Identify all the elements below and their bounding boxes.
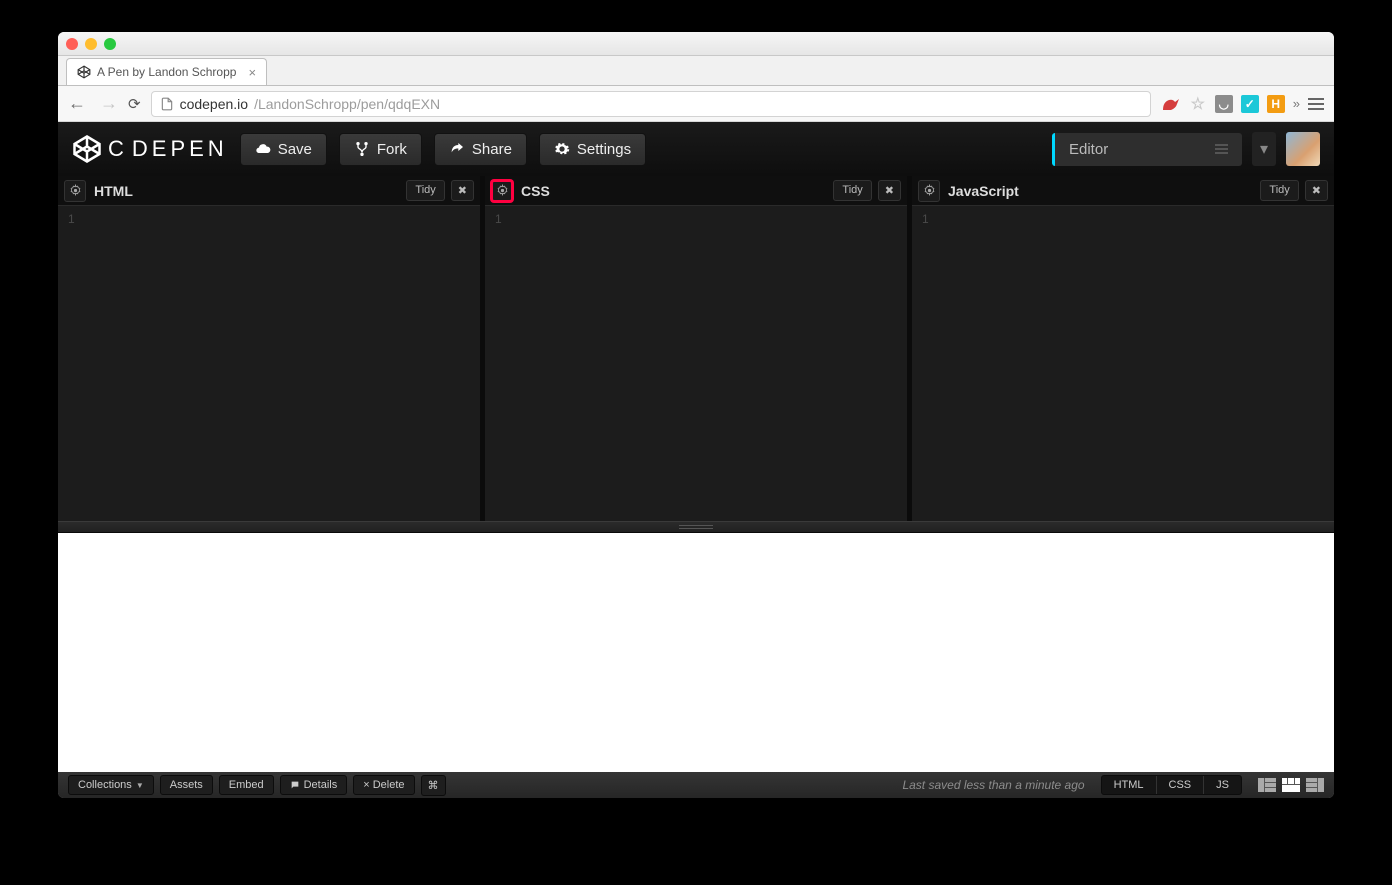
ext-overflow[interactable]: » bbox=[1293, 96, 1300, 111]
layout-switcher bbox=[1258, 778, 1324, 792]
js-close-button[interactable]: ✖ bbox=[1305, 180, 1328, 201]
codepen-logo-icon bbox=[72, 134, 102, 164]
html-tidy-button[interactable]: Tidy bbox=[406, 180, 444, 201]
codepen-logo[interactable]: C DEPEN bbox=[72, 134, 228, 164]
url-path: /LandonSchropp/pen/qdqEXN bbox=[254, 96, 440, 112]
js-settings-button[interactable] bbox=[918, 180, 940, 202]
editor-row: HTML Tidy ✖ 1 CSS Tidy ✖ bbox=[58, 176, 1334, 521]
html-settings-button[interactable] bbox=[64, 180, 86, 202]
assets-button[interactable]: Assets bbox=[160, 775, 213, 795]
css-panel-header: CSS Tidy ✖ bbox=[485, 176, 907, 206]
close-window-button[interactable] bbox=[66, 38, 78, 50]
browser-menu-icon[interactable] bbox=[1308, 98, 1324, 110]
mac-titlebar bbox=[58, 32, 1334, 56]
html-panel: HTML Tidy ✖ 1 bbox=[58, 176, 485, 521]
collections-button[interactable]: Collections▼ bbox=[68, 775, 154, 795]
share-icon bbox=[449, 141, 465, 157]
zoom-window-button[interactable] bbox=[104, 38, 116, 50]
codepen-footer: Collections▼ Assets Embed Details × Dele… bbox=[58, 772, 1334, 798]
browser-window: A Pen by Landon Schropp × ← → ⟳ codepen.… bbox=[58, 32, 1334, 798]
share-button[interactable]: Share bbox=[434, 133, 527, 166]
close-tab-icon[interactable]: × bbox=[248, 65, 256, 80]
html-close-button[interactable]: ✖ bbox=[451, 180, 474, 201]
back-button[interactable]: ← bbox=[68, 93, 86, 114]
codepen-header: C DEPEN Save Fork Share Settings Ed bbox=[58, 122, 1334, 176]
preview-pane[interactable] bbox=[58, 533, 1334, 772]
pocket-icon[interactable]: ◡ bbox=[1215, 95, 1233, 113]
nav-arrows: ← → bbox=[68, 93, 118, 114]
gear-icon bbox=[554, 141, 570, 157]
avatar[interactable] bbox=[1286, 132, 1320, 166]
css-settings-button[interactable] bbox=[491, 180, 513, 202]
embed-button[interactable]: Embed bbox=[219, 775, 274, 795]
address-bar[interactable]: codepen.io/LandonSchropp/pen/qdqEXN bbox=[151, 91, 1151, 117]
css-tidy-button[interactable]: Tidy bbox=[833, 180, 871, 201]
css-close-button[interactable]: ✖ bbox=[878, 180, 901, 201]
ext-rhino-icon[interactable] bbox=[1161, 96, 1181, 112]
chevron-down-icon: ▼ bbox=[136, 781, 144, 790]
layout-right-icon[interactable] bbox=[1306, 778, 1324, 792]
view-tab-js[interactable]: JS bbox=[1203, 776, 1241, 794]
traffic-lights bbox=[66, 38, 116, 50]
header-dropdown[interactable]: ▾ bbox=[1252, 132, 1276, 166]
delete-button[interactable]: × Delete bbox=[353, 775, 414, 795]
js-panel: JavaScript Tidy ✖ 1 bbox=[912, 176, 1334, 521]
layout-top-icon[interactable] bbox=[1282, 778, 1300, 792]
result-view-tabs: HTML CSS JS bbox=[1101, 775, 1242, 795]
view-tab-html[interactable]: HTML bbox=[1102, 776, 1156, 794]
css-editor[interactable]: 1 bbox=[485, 206, 907, 521]
codepen-app: C DEPEN Save Fork Share Settings Ed bbox=[58, 122, 1334, 798]
html-panel-header: HTML Tidy ✖ bbox=[58, 176, 480, 206]
menu-icon bbox=[1215, 144, 1228, 154]
js-tidy-button[interactable]: Tidy bbox=[1260, 180, 1298, 201]
js-editor[interactable]: 1 bbox=[912, 206, 1334, 521]
js-panel-title: JavaScript bbox=[948, 183, 1019, 199]
browser-tab[interactable]: A Pen by Landon Schropp × bbox=[66, 58, 267, 85]
view-mode-selector[interactable]: Editor bbox=[1052, 133, 1242, 166]
cloud-icon bbox=[255, 141, 271, 157]
minimize-window-button[interactable] bbox=[85, 38, 97, 50]
gear-icon bbox=[496, 184, 509, 197]
gear-icon bbox=[923, 184, 936, 197]
layout-left-icon[interactable] bbox=[1258, 778, 1276, 792]
ext-teal-icon[interactable]: ✓ bbox=[1241, 95, 1259, 113]
line-number: 1 bbox=[68, 212, 75, 226]
save-button[interactable]: Save bbox=[240, 133, 327, 166]
fork-icon bbox=[354, 141, 370, 157]
resize-handle[interactable] bbox=[58, 521, 1334, 533]
html-editor[interactable]: 1 bbox=[58, 206, 480, 521]
gear-icon bbox=[69, 184, 82, 197]
details-button[interactable]: Details bbox=[280, 775, 348, 795]
codepen-favicon-icon bbox=[77, 65, 91, 79]
comment-icon bbox=[290, 780, 300, 790]
browser-tabstrip: A Pen by Landon Schropp × bbox=[58, 56, 1334, 86]
logo-text: DEPEN bbox=[132, 136, 228, 162]
url-host: codepen.io bbox=[180, 96, 249, 112]
ext-h-icon[interactable]: H bbox=[1267, 95, 1285, 113]
grip-icon bbox=[679, 525, 713, 529]
fork-button[interactable]: Fork bbox=[339, 133, 422, 166]
browser-extensions: ☆ ◡ ✓ H » bbox=[1161, 95, 1324, 113]
tab-title: A Pen by Landon Schropp bbox=[97, 65, 236, 79]
line-number: 1 bbox=[495, 212, 502, 226]
save-status: Last saved less than a minute ago bbox=[902, 778, 1094, 792]
reload-button[interactable]: ⟳ bbox=[128, 95, 141, 113]
browser-toolbar: ← → ⟳ codepen.io/LandonSchropp/pen/qdqEX… bbox=[58, 86, 1334, 122]
view-tab-css[interactable]: CSS bbox=[1156, 776, 1204, 794]
bookmark-star-icon[interactable]: ☆ bbox=[1189, 95, 1207, 113]
line-number: 1 bbox=[922, 212, 929, 226]
page-icon bbox=[160, 97, 174, 111]
forward-button[interactable]: → bbox=[100, 93, 118, 114]
js-panel-header: JavaScript Tidy ✖ bbox=[912, 176, 1334, 206]
keyboard-shortcuts-button[interactable]: ⌘ bbox=[421, 775, 446, 796]
settings-button[interactable]: Settings bbox=[539, 133, 646, 166]
html-panel-title: HTML bbox=[94, 183, 133, 199]
css-panel-title: CSS bbox=[521, 183, 550, 199]
css-panel: CSS Tidy ✖ 1 bbox=[485, 176, 912, 521]
